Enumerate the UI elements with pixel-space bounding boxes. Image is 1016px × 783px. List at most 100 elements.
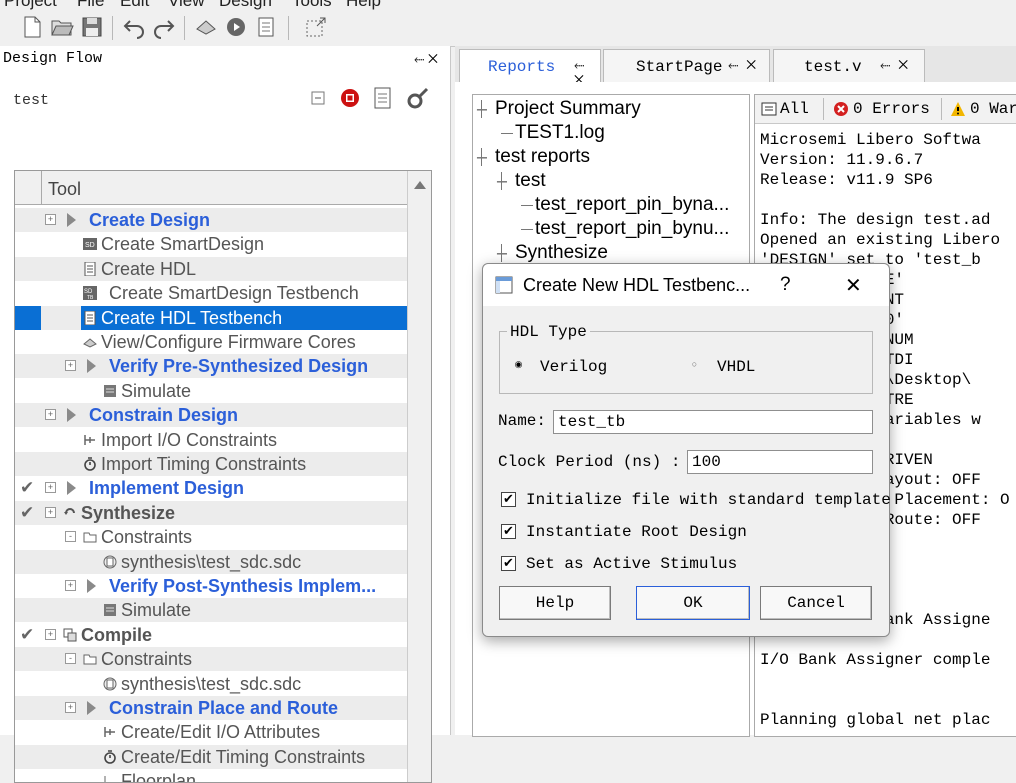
flow-row-constraints[interactable]: - Constraints	[15, 647, 407, 672]
help-question-icon[interactable]: ?	[780, 274, 791, 296]
tree-expander-icon[interactable]: ─	[477, 102, 487, 116]
expand-icon[interactable]: +	[45, 628, 56, 640]
flow-row-create-edit-timing-constraints[interactable]: Create/Edit Timing Constraints	[15, 744, 407, 769]
create-hdl-testbench-dialog: Create New HDL Testbenc... ? ✕ HDL Type …	[482, 263, 891, 637]
expand-icon[interactable]: +	[65, 580, 76, 591]
tab-reports[interactable]: Reports ⬸ ✕	[459, 49, 601, 88]
report-icon[interactable]	[254, 15, 278, 39]
flow-row-label: Floorplan	[121, 771, 197, 783]
flow-row-create-design[interactable]: + Create Design	[15, 208, 407, 232]
flow-row-verify-post-synthesis-implem[interactable]: + Verify Post-Synthesis Implem...	[15, 574, 407, 598]
panel-pin-close[interactable]: ⬸ ✕	[414, 51, 438, 67]
redo-icon[interactable]	[152, 15, 176, 39]
flow-row-simulate[interactable]: Simulate	[15, 598, 407, 623]
flow-row-create-edit-i-o-attributes[interactable]: Create/Edit I/O Attributes	[15, 720, 407, 744]
flow-row-verify-pre-synthesized-design[interactable]: + Verify Pre-Synthesized Design	[15, 354, 407, 379]
flow-row-constraints[interactable]: - Constraints	[15, 525, 407, 549]
report-tree-node[interactable]: Synthesize	[515, 242, 608, 264]
tab-pin-close[interactable]: ⬸ ✕	[880, 58, 908, 73]
menu-file[interactable]: File	[77, 0, 104, 10]
flow-row-floorplan[interactable]: Floorplan	[15, 769, 407, 783]
play-icon[interactable]	[224, 15, 248, 39]
active-stimulus-checkbox[interactable]: ✔	[501, 556, 516, 571]
tree-expander-icon[interactable]: ─	[477, 150, 487, 164]
window-icon[interactable]	[304, 15, 328, 39]
close-icon[interactable]: ✕	[845, 273, 862, 298]
collapse-icon[interactable]: -	[65, 531, 76, 543]
flow-row-view-configure-firmware-cores[interactable]: View/Configure Firmware Cores	[15, 330, 407, 354]
menu-help[interactable]: Help	[346, 0, 381, 10]
clock-period-input[interactable]: 100	[687, 450, 873, 474]
flow-row-create-hdl[interactable]: Create HDL	[15, 256, 407, 281]
instantiate-root-checkbox[interactable]: ✔	[501, 524, 516, 539]
flow-row-implement-design[interactable]: ✔ + Implement Design	[15, 476, 407, 500]
menu-project[interactable]: Project	[4, 0, 57, 10]
collapse-icon[interactable]: -	[65, 653, 76, 665]
tab-startpage[interactable]: StartPage ⬸ ✕	[603, 49, 770, 83]
menu-tools[interactable]: Tools	[292, 0, 332, 10]
tool-column-header[interactable]: Tool	[48, 179, 81, 200]
flow-row-label: Create/Edit Timing Constraints	[121, 746, 366, 767]
cancel-button[interactable]: Cancel	[760, 586, 872, 620]
report-tree-node[interactable]: Project Summary	[495, 98, 641, 120]
expand-icon[interactable]: +	[45, 482, 56, 494]
tree-expander-icon[interactable]: ─	[497, 174, 507, 188]
flow-row-import-i-o-constraints[interactable]: Import I/O Constraints	[15, 428, 407, 452]
flow-row-synthesize[interactable]: ✔ + Synthesize	[15, 500, 407, 525]
report-tree-node[interactable]: test_report_pin_bynu...	[535, 218, 729, 240]
new-file-icon[interactable]	[20, 15, 44, 39]
flow-row-label: synthesis\test_sdc.sdc	[121, 673, 302, 694]
filter-errors[interactable]: 0 Errors	[853, 100, 930, 118]
flow-row-simulate[interactable]: Simulate	[15, 379, 407, 403]
tab-test-v[interactable]: test.v ⬸ ✕	[773, 49, 925, 83]
help-button[interactable]: Help	[499, 586, 611, 620]
flow-row-constrain-place-and-route[interactable]: + Constrain Place and Route	[15, 696, 407, 720]
expand-icon[interactable]: +	[65, 360, 76, 372]
flow-row-import-timing-constraints[interactable]: Import Timing Constraints	[15, 452, 407, 476]
stop-icon[interactable]	[340, 88, 360, 108]
open-folder-icon[interactable]	[50, 15, 74, 39]
expand-icon[interactable]: +	[45, 409, 56, 421]
io-icon	[83, 433, 97, 447]
filter-all[interactable]: All	[780, 100, 809, 118]
compile-icon	[63, 628, 77, 642]
flow-row-create-smartdesign-testbench[interactable]: SD TB Create SmartDesign Testbench	[15, 281, 407, 305]
all-messages-icon[interactable]	[761, 101, 777, 117]
run-icon[interactable]	[194, 15, 218, 39]
menu-design[interactable]: Design	[219, 0, 272, 10]
tree-scrollbar[interactable]	[407, 171, 431, 782]
report-icon[interactable]	[372, 86, 394, 110]
save-icon[interactable]	[80, 15, 104, 39]
report-tree-node[interactable]: test reports	[495, 146, 590, 168]
expand-icon[interactable]: +	[45, 506, 56, 518]
flow-row-synthesis-test-sdc-sdc[interactable]: synthesis\test_sdc.sdc	[15, 549, 407, 574]
filter-warnings[interactable]: 0 Warn	[970, 100, 1016, 118]
collapse-icon[interactable]	[310, 90, 326, 106]
flow-row-constrain-design[interactable]: + Constrain Design	[15, 403, 407, 428]
flow-row-synthesis-test-sdc-sdc[interactable]: synthesis\test_sdc.sdc	[15, 672, 407, 696]
log-line: Opened an existing Libero	[760, 231, 1001, 249]
flow-row-compile[interactable]: ✔ + Compile	[15, 623, 407, 647]
report-tree-node[interactable]: TEST1.log	[515, 122, 605, 144]
radio-vhdl[interactable]: ○	[689, 359, 700, 370]
scroll-up-arrow-icon[interactable]	[413, 179, 427, 191]
undo-icon[interactable]	[122, 15, 146, 39]
init-template-checkbox[interactable]: ✔	[501, 492, 516, 507]
ok-button[interactable]: OK	[636, 586, 750, 620]
flow-row-create-hdl-testbench[interactable]: Create HDL Testbench	[15, 305, 407, 330]
tree-expander-icon[interactable]: ─	[497, 246, 507, 260]
hdl-type-label: HDL Type	[507, 323, 590, 341]
menu-edit[interactable]: Edit	[120, 0, 149, 10]
expand-icon[interactable]: +	[45, 214, 56, 225]
flow-row-label: Create HDL Testbench	[101, 307, 283, 328]
name-input[interactable]: test_tb	[553, 410, 873, 434]
radio-verilog[interactable]: ◉	[513, 359, 524, 370]
flow-row-create-smartdesign[interactable]: SD Create SmartDesign	[15, 232, 407, 256]
menu-view[interactable]: View	[168, 0, 205, 10]
tab-pin-close[interactable]: ⬸ ✕	[728, 58, 756, 73]
report-tree-node[interactable]: test	[515, 170, 546, 192]
settings-icon[interactable]	[404, 86, 430, 112]
expand-icon[interactable]: +	[65, 702, 76, 713]
report-tree-node[interactable]: test_report_pin_byna...	[535, 194, 729, 216]
triangle-icon	[87, 579, 96, 593]
